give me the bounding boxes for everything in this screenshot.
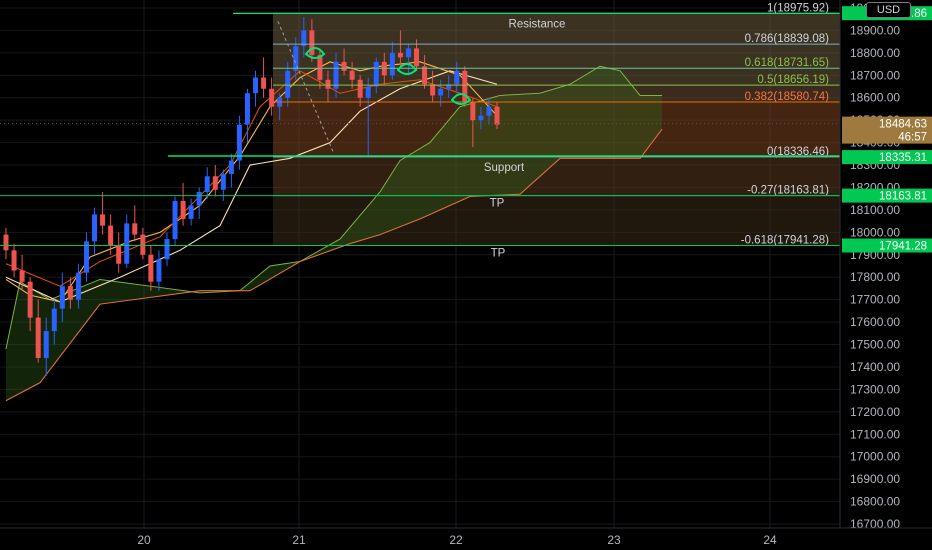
y-tick-label: 17300.00 [850,382,900,396]
y-tick-label: 17200.00 [850,405,900,419]
candle-body [341,61,347,71]
candle-body [389,52,395,76]
candle-body [51,308,57,332]
candle-body [164,239,170,260]
candle-body [59,286,65,309]
candle-body [75,272,81,300]
candle-body [204,176,210,192]
y-tick-label: 16800.00 [850,495,900,509]
price-tag-text: 18484.63 [879,119,927,131]
candle-body [19,270,25,282]
fib-level-label: 0.5(18656.19) [757,74,829,86]
fib-level-label: 0.618(18731.65) [745,57,830,69]
candle-body [132,223,138,235]
annotation-support: Support [484,162,525,174]
candle-body [253,77,259,94]
candle-body [11,250,17,271]
candle-body [414,48,420,67]
candle-body [27,281,33,318]
y-tick-label: 16700.00 [850,517,900,531]
candle-body [108,225,114,246]
price-tag-text: 46:57 [898,132,927,144]
candle-body [35,317,41,358]
x-tick-label: 22 [449,533,463,547]
fib-level-label: 0.786(18839.08) [745,33,830,45]
candle-body [285,70,291,98]
candle-body [309,30,315,56]
candle-body [454,70,460,85]
currency-selector[interactable]: USD [866,2,911,18]
y-tick-label: 17500.00 [850,338,900,352]
candle-body [180,200,186,219]
candle-body [317,55,323,80]
y-tick-label: 17400.00 [850,360,900,374]
x-tick-label: 24 [763,533,777,547]
candle-body [494,106,500,125]
candle-body [212,176,218,190]
candle-body [486,106,492,116]
price-tag-text: 18335.31 [879,152,927,164]
candle-body [228,160,234,175]
candle-body [43,331,49,358]
x-tick-label: 21 [292,533,306,547]
candle-body [67,286,73,300]
candle-body [478,115,484,121]
y-tick-label: 17100.00 [850,427,900,441]
y-tick-label: 17800.00 [850,270,900,284]
time-axis[interactable]: 20 21 22 23 24 [0,527,932,547]
fib-level-label: 0.382(18580.74) [745,91,830,103]
candle-body [188,205,194,219]
candle-body [325,79,331,89]
y-tick-label: 18900.00 [850,23,900,37]
y-tick-label: 18700.00 [850,68,900,82]
y-tick-label: 18600.00 [850,91,900,105]
y-tick-label: 17700.00 [850,293,900,307]
candle-body [349,70,355,80]
candle-body [365,86,371,98]
candle-body [430,84,436,96]
price-tag-text: 18163.81 [879,191,927,203]
candle-body [3,234,9,251]
y-tick-label: 18800.00 [850,46,900,60]
annotation-tp1: TP [490,198,505,210]
candle-body [83,241,89,273]
candle-body [261,77,267,89]
fib-level-label: -0.27(18163.81) [747,185,829,197]
candle-body [357,79,363,98]
candle-body [236,124,242,161]
candle-body [438,88,444,96]
fib-level-label: 1(18975.92) [767,2,829,14]
x-tick-label: 20 [137,533,151,547]
candle-body [140,234,146,255]
candle-body [100,214,106,226]
y-tick-label: 17600.00 [850,315,900,329]
candle-body [156,259,162,282]
candle-body [422,66,428,85]
y-tick-label: 17000.00 [850,450,900,464]
annotation-resistance: Resistance [509,18,566,30]
candle-body [244,93,250,125]
candle-body [405,48,411,58]
candle-body [92,214,98,242]
candle-body [124,223,130,264]
candle-body [220,174,226,190]
price-tag-text: 17941.28 [879,241,927,253]
y-tick-label: 18100.00 [850,203,900,217]
candle-body [397,52,403,58]
x-tick-label: 23 [607,533,621,547]
price-axis[interactable]: 19000.0018900.0018800.0018700.0018600.00… [839,0,900,531]
fib-level-label: -0.618(17941.28) [741,235,829,247]
price-chart[interactable]: 1(18975.92) 0.786(18839.08) 0.618(18731.65… [0,0,932,550]
candle-body [269,88,275,107]
candle-body [196,191,202,206]
y-tick-label: 18000.00 [850,225,900,239]
candle-body [172,200,178,240]
annotation-tp2: TP [491,248,506,260]
candle-body [373,61,379,87]
candle-body [148,254,154,282]
y-tick-label: 16900.00 [850,472,900,486]
candle-body [470,102,476,121]
candle-body [116,245,122,264]
